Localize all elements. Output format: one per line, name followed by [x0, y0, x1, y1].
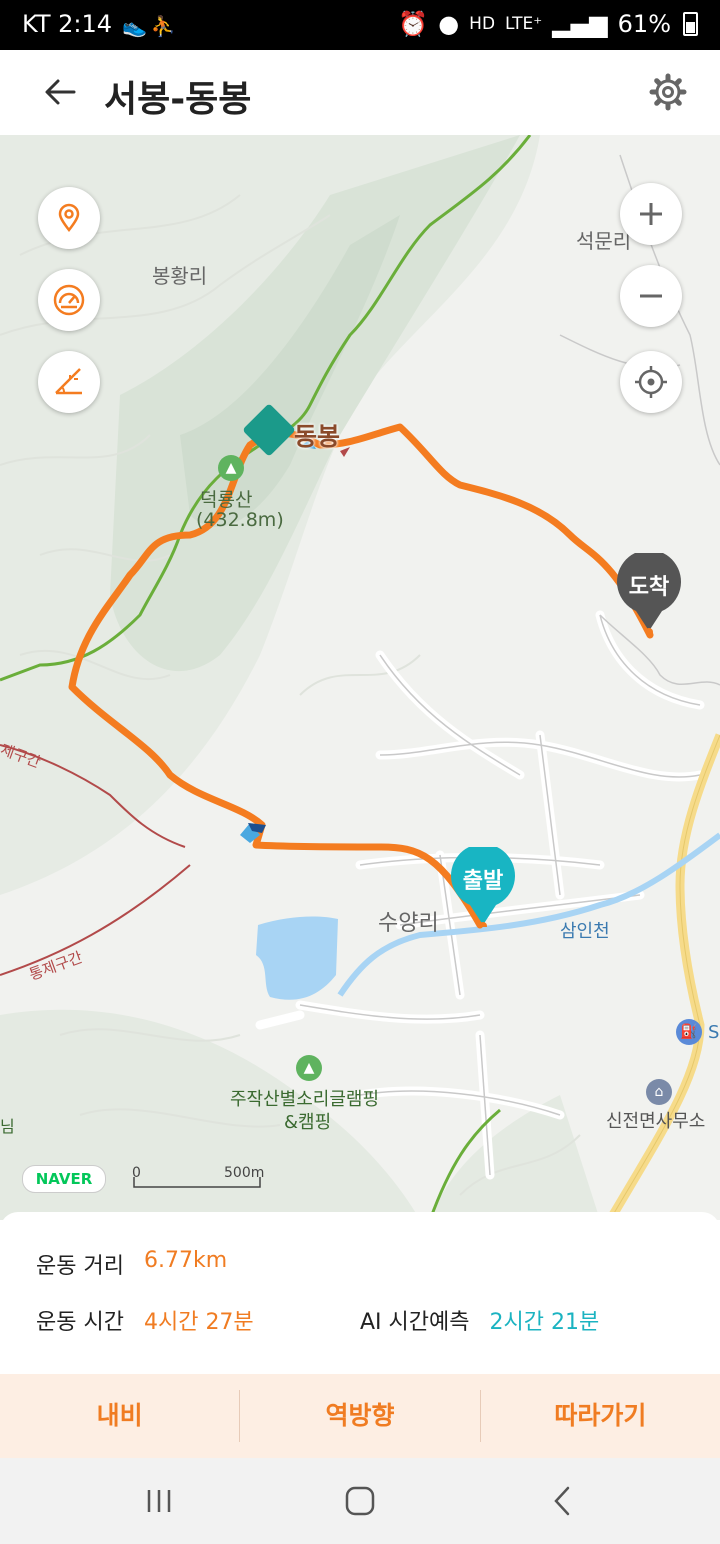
- camping-icon: ▲: [296, 1055, 322, 1081]
- hd-icon: HD: [469, 14, 496, 34]
- time-value: 4시간 27분: [143, 1310, 254, 1335]
- end-pin[interactable]: 도착: [614, 549, 684, 636]
- battery-icon: [683, 12, 698, 36]
- map-label-edge-left: 님: [0, 1117, 15, 1136]
- notification-icons: 👟⛹: [122, 14, 180, 38]
- ai-row: AI 시간예측 2시간 21분: [360, 1304, 599, 1336]
- mountain-icon: ▲: [218, 455, 244, 481]
- gear-icon[interactable]: [648, 72, 688, 112]
- distance-label: 운동 거리: [36, 1254, 124, 1279]
- time-label: 운동 시간: [36, 1310, 124, 1335]
- page-title: 서봉-동봉: [104, 79, 252, 120]
- network-type: LTE⁺: [505, 14, 543, 34]
- follow-button[interactable]: 따라가기: [481, 1374, 720, 1458]
- start-pin[interactable]: 출발: [448, 843, 518, 930]
- peak-label: 동봉: [294, 422, 341, 451]
- nav-button[interactable]: 내비: [0, 1374, 239, 1458]
- carrier-time: KT 2:14: [22, 10, 113, 38]
- end-pin-label: 도착: [628, 575, 670, 600]
- scale-label: 500m: [224, 1165, 265, 1181]
- map-label-edge-s: S: [708, 1022, 720, 1043]
- back-arrow-icon[interactable]: [40, 72, 80, 112]
- elevation-button[interactable]: [38, 351, 100, 413]
- scale-zero: 0: [132, 1165, 141, 1181]
- map-label-camping2: &캠핑: [284, 1112, 332, 1133]
- zoom-out-button[interactable]: [620, 265, 682, 327]
- reverse-button[interactable]: 역방향: [240, 1374, 479, 1458]
- map-view[interactable]: 봉황리 석문리 덕룡산 (432.8m) 동봉 수양리 삼인천 주작산별소리글램…: [0, 135, 720, 1220]
- signal-icon: ▂▄▆: [552, 10, 608, 38]
- back-icon[interactable]: [540, 1478, 586, 1524]
- map-label-mountain-height: (432.8m): [196, 509, 284, 531]
- crosshair-icon: [635, 366, 667, 398]
- alarm-icon: ⏰: [398, 10, 429, 38]
- map-canvas: [0, 135, 720, 1220]
- speedometer-button[interactable]: [38, 269, 100, 331]
- recent-apps-icon[interactable]: [136, 1478, 182, 1524]
- action-bar: 내비 역방향 따라가기: [0, 1374, 720, 1458]
- distance-value: 6.77km: [143, 1248, 228, 1273]
- location-pin-button[interactable]: [38, 187, 100, 249]
- zoom-in-button[interactable]: [620, 183, 682, 245]
- gas-station-icon: ⛽: [676, 1019, 702, 1045]
- home-icon[interactable]: [337, 1478, 383, 1524]
- map-label-office: 신전면사무소: [606, 1111, 706, 1132]
- office-icon: ⌂: [646, 1079, 672, 1105]
- map-label-suyang: 수양리: [378, 911, 439, 936]
- status-icons: ⏰ ● HD LTE⁺ ▂▄▆ 61%: [398, 10, 698, 38]
- map-label-stream: 삼인천: [560, 921, 610, 942]
- plus-icon: [640, 203, 662, 225]
- slope-icon: [55, 368, 82, 395]
- minus-icon: [640, 294, 662, 298]
- ai-value: 2시간 21분: [489, 1310, 600, 1335]
- location-icon: ●: [438, 10, 460, 38]
- map-label-bonghwang: 봉황리: [152, 264, 208, 288]
- my-location-button[interactable]: [620, 351, 682, 413]
- ai-label: AI 시간예측: [360, 1310, 470, 1335]
- naver-logo: NAVER: [22, 1165, 106, 1193]
- speedometer-icon: [53, 284, 85, 316]
- system-nav-bar: [0, 1458, 720, 1544]
- status-bar: KT 2:14 👟⛹ ⏰ ● HD LTE⁺ ▂▄▆ 61%: [0, 0, 720, 50]
- map-label-mountain: 덕룡산: [200, 489, 253, 511]
- map-label-seokmun: 석문리: [576, 229, 632, 253]
- time-row: 운동 시간 4시간 27분: [36, 1304, 254, 1336]
- battery-percent: 61%: [617, 10, 671, 38]
- distance-row: 운동 거리 6.77km: [36, 1248, 227, 1280]
- app-bar: 서봉-동봉: [0, 50, 720, 135]
- start-pin-label: 출발: [462, 869, 504, 894]
- location-pin-icon: [58, 203, 80, 233]
- stats-panel: 운동 거리 6.77km 운동 시간 4시간 27분 AI 시간예측 2시간 2…: [0, 1212, 720, 1374]
